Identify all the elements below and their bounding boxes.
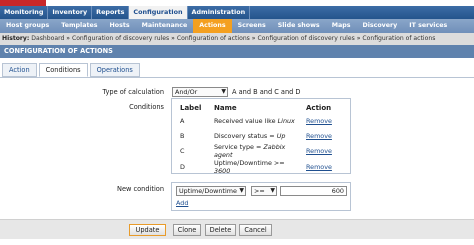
history-item-dashboard[interactable]: Dashboard: [31, 35, 64, 42]
history-item-actions-2[interactable]: Configuration of actions: [362, 35, 435, 42]
column-label-header: Label: [180, 103, 202, 112]
condition-value: 3600: [214, 167, 231, 175]
table-row: D Uptime/Downtime >= 3600 Remove: [178, 159, 348, 175]
sub-nav-it-services[interactable]: IT services: [403, 19, 453, 33]
calculation-type-label: Type of calculation: [102, 88, 165, 96]
new-condition-type-value: Uptime/Downtime: [179, 187, 237, 195]
delete-button[interactable]: Delete: [205, 224, 236, 236]
new-condition-operator-value: >=: [254, 187, 265, 195]
conditions-header-row: Label Name Action: [178, 102, 348, 113]
main-nav-configuration[interactable]: Configuration: [129, 6, 188, 19]
column-name-header: Name: [214, 103, 237, 112]
clone-button[interactable]: Clone: [173, 224, 201, 236]
breadcrumb-separator: »: [66, 35, 71, 42]
condition-label: D: [180, 163, 185, 171]
condition-name: Discovery status = Up: [212, 128, 304, 143]
form-footer: Update Clone Delete Cancel: [0, 219, 474, 239]
sub-nav-actions[interactable]: Actions: [193, 19, 232, 33]
new-condition-operator-select[interactable]: >= ▼: [251, 186, 277, 196]
remove-link[interactable]: Remove: [304, 113, 348, 128]
main-nav-monitoring[interactable]: Monitoring: [0, 6, 49, 19]
sub-nav-maintenance[interactable]: Maintenance: [136, 19, 194, 33]
main-nav-reports[interactable]: Reports: [92, 6, 130, 19]
table-row: A Received value like Linux Remove: [178, 113, 348, 128]
condition-name: Service type = Zabbix agent: [212, 143, 304, 159]
table-row: B Discovery status = Up Remove: [178, 128, 348, 143]
main-nav-administration[interactable]: Administration: [188, 6, 251, 19]
new-condition-value-input[interactable]: 600: [280, 186, 347, 196]
history-item-discovery-rules-2[interactable]: Configuration of discovery rules: [257, 35, 354, 42]
remove-link-text[interactable]: Remove: [306, 117, 332, 125]
chevron-down-icon: ▼: [239, 187, 244, 194]
condition-name: Uptime/Downtime >= 3600: [212, 159, 304, 175]
condition-label: C: [180, 147, 185, 155]
remove-link[interactable]: Remove: [304, 143, 348, 159]
page-title: CONFIGURATION OF ACTIONS: [0, 45, 474, 58]
form-tabs: Action Conditions Operations: [2, 63, 142, 77]
remove-link-text[interactable]: Remove: [306, 163, 332, 171]
sub-nav-discovery[interactable]: Discovery: [356, 19, 403, 33]
remove-link-text[interactable]: Remove: [306, 132, 332, 140]
condition-text: Discovery status =: [214, 131, 275, 140]
calculation-formula: A and B and C and D: [232, 88, 301, 96]
tab-operations[interactable]: Operations: [89, 63, 140, 77]
tab-action[interactable]: Action: [2, 63, 37, 77]
history-item-discovery-rules[interactable]: Configuration of discovery rules: [72, 35, 169, 42]
condition-text: Uptime/Downtime >=: [214, 159, 285, 167]
sub-nav-hosts[interactable]: Hosts: [103, 19, 135, 33]
conditions-label: Conditions: [129, 103, 164, 111]
cancel-button[interactable]: Cancel: [239, 224, 272, 236]
new-condition-label: New condition: [117, 185, 164, 193]
condition-name: Received value like Linux: [212, 113, 304, 128]
column-action-header: Action: [306, 103, 332, 112]
remove-link[interactable]: Remove: [304, 159, 348, 175]
sub-nav-host-groups[interactable]: Host groups: [0, 19, 55, 33]
breadcrumb-separator: »: [251, 35, 256, 42]
sub-nav-screens[interactable]: Screens: [232, 19, 272, 33]
calculation-type-select[interactable]: And/Or ▼: [172, 87, 228, 97]
condition-text: Received value like: [214, 116, 276, 125]
conditions-table: Label Name Action A Received value like …: [178, 102, 348, 176]
tab-conditions[interactable]: Conditions: [38, 63, 88, 77]
remove-link[interactable]: Remove: [304, 128, 348, 143]
main-navigation: Monitoring Inventory Reports Configurati…: [0, 6, 474, 19]
sub-nav-templates[interactable]: Templates: [55, 19, 103, 33]
new-condition-type-select[interactable]: Uptime/Downtime ▼: [176, 186, 246, 196]
sub-nav-slide-shows[interactable]: Slide shows: [272, 19, 326, 33]
condition-value: Up: [276, 131, 286, 140]
breadcrumb-separator: »: [356, 35, 361, 42]
calculation-type-value: And/Or: [175, 88, 198, 96]
chevron-down-icon: ▼: [270, 187, 275, 194]
condition-label: A: [180, 116, 185, 125]
main-nav-inventory[interactable]: Inventory: [48, 6, 93, 19]
history-label: History:: [2, 35, 30, 42]
remove-link-text[interactable]: Remove: [306, 147, 332, 155]
condition-value: Linux: [277, 116, 295, 125]
condition-label: B: [180, 131, 185, 140]
history-breadcrumb: History: Dashboard » Configuration of di…: [0, 33, 474, 45]
condition-text: Service type =: [214, 143, 262, 151]
add-condition-link[interactable]: Add: [176, 199, 188, 207]
sub-navigation: Host groups Templates Hosts Maintenance …: [0, 19, 474, 33]
chevron-down-icon: ▼: [221, 88, 226, 95]
breadcrumb-separator: »: [171, 35, 175, 42]
sub-nav-maps[interactable]: Maps: [326, 19, 357, 33]
history-item-actions[interactable]: Configuration of actions: [177, 35, 250, 42]
table-row: C Service type = Zabbix agent Remove: [178, 143, 348, 159]
update-button[interactable]: Update: [129, 224, 166, 236]
